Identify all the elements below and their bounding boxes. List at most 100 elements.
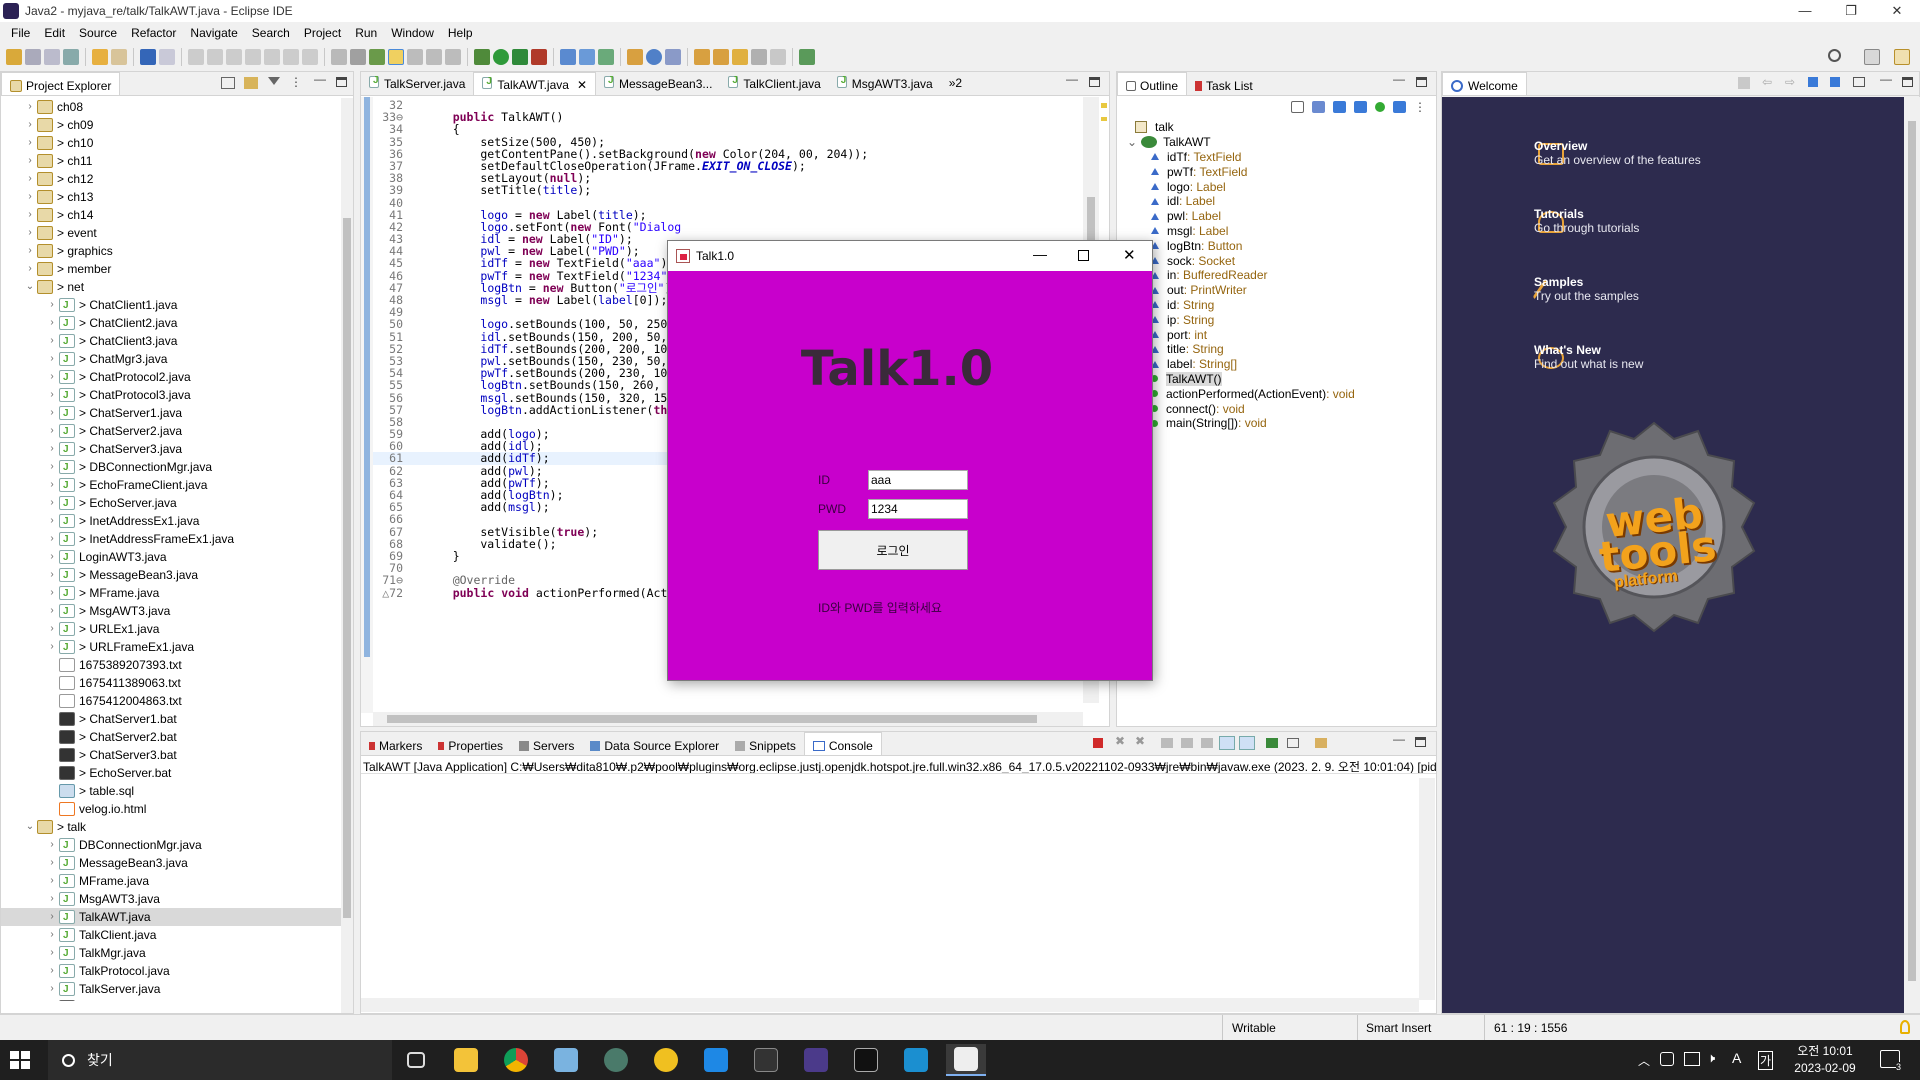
- editor-horizontal-scrollbar[interactable]: [373, 712, 1083, 726]
- terminate-icon[interactable]: [226, 49, 242, 65]
- collapsed-chevron-icon[interactable]: ›: [45, 476, 59, 494]
- console-vertical-scrollbar[interactable]: [1419, 778, 1435, 1000]
- task-view-app[interactable]: [396, 1044, 436, 1076]
- ime-hangul-indicator[interactable]: 가: [1758, 1051, 1774, 1070]
- disconnect-icon[interactable]: [245, 49, 261, 65]
- eclipse-taskbar-app[interactable]: [796, 1044, 836, 1076]
- outline-item[interactable]: main(String[]) : void: [1127, 416, 1436, 431]
- collapsed-chevron-icon[interactable]: ›: [45, 368, 59, 386]
- tree-item[interactable]: > EchoServer.bat: [1, 764, 341, 782]
- tree-item[interactable]: 1675411389063.txt: [1, 674, 341, 692]
- collapsed-chevron-icon[interactable]: ›: [45, 530, 59, 548]
- tab-snippets[interactable]: Snippets: [727, 732, 804, 755]
- collapsed-chevron-icon[interactable]: ›: [45, 296, 59, 314]
- save-icon[interactable]: [25, 49, 41, 65]
- outline-item[interactable]: id : String: [1127, 298, 1436, 313]
- tree-item[interactable]: › > ch13: [1, 188, 341, 206]
- tab-welcome[interactable]: Welcome: [1442, 72, 1527, 95]
- collapsed-chevron-icon[interactable]: ›: [23, 242, 37, 260]
- tree-item[interactable]: › > InetAddressFrameEx1.java: [1, 530, 341, 549]
- previous-annotation-icon[interactable]: [713, 49, 729, 65]
- collapsed-chevron-icon[interactable]: ›: [45, 494, 59, 512]
- collapsed-chevron-icon[interactable]: ›: [45, 908, 59, 926]
- back-icon[interactable]: [751, 49, 767, 65]
- outline-item[interactable]: ⌄ TalkAWT: [1127, 135, 1436, 150]
- outline-item[interactable]: talk: [1127, 120, 1436, 135]
- magnify-icon[interactable]: [1808, 77, 1818, 87]
- tree-item[interactable]: › TalkMgr.java: [1, 944, 341, 963]
- outline-item[interactable]: port : int: [1127, 327, 1436, 342]
- outline-item[interactable]: idl : Label: [1127, 194, 1436, 209]
- block-select-icon[interactable]: [426, 49, 442, 65]
- collapsed-chevron-icon[interactable]: ›: [45, 386, 59, 404]
- welcome-tutorials[interactable]: Tutorials Go through tutorials: [1534, 207, 1639, 235]
- tree-item[interactable]: 1675389207393.txt: [1, 656, 341, 674]
- menu-navigate[interactable]: Navigate: [183, 26, 244, 40]
- sort-icon[interactable]: [1312, 101, 1325, 113]
- collapsed-chevron-icon[interactable]: ›: [23, 206, 37, 224]
- open-console-icon[interactable]: [1315, 738, 1327, 748]
- view-menu-icon[interactable]: ⋮: [290, 75, 302, 89]
- hide-local-types-icon[interactable]: [1393, 101, 1406, 113]
- windows-start-icon[interactable]: [10, 1051, 30, 1069]
- maximize-view-icon[interactable]: [1902, 77, 1913, 87]
- notification-bell-icon[interactable]: [1900, 1020, 1910, 1034]
- undo-icon[interactable]: [92, 49, 108, 65]
- collapsed-chevron-icon[interactable]: ›: [45, 872, 59, 890]
- tree-item[interactable]: › > ch09: [1, 116, 341, 134]
- pilcrow-icon[interactable]: [445, 49, 461, 65]
- maximize-view-icon[interactable]: [336, 77, 347, 87]
- tree-item[interactable]: > ChatServer1.bat: [1, 710, 341, 728]
- tab-markers[interactable]: Markers: [361, 732, 430, 755]
- tray-chevron-icon[interactable]: ︿: [1638, 1052, 1650, 1069]
- menu-edit[interactable]: Edit: [37, 26, 72, 40]
- tree-item[interactable]: TalkServer.bat: [1, 998, 341, 1001]
- redo-icon[interactable]: [111, 49, 127, 65]
- terminal-icon[interactable]: [140, 49, 156, 65]
- java-app[interactable]: [946, 1044, 986, 1076]
- tree-item[interactable]: › > ChatServer3.java: [1, 440, 341, 459]
- home-icon[interactable]: [1738, 77, 1750, 89]
- collapsed-chevron-icon[interactable]: ›: [45, 926, 59, 944]
- tree-item[interactable]: › > MFrame.java: [1, 584, 341, 603]
- cmd-app[interactable]: [846, 1044, 886, 1076]
- pwd-input[interactable]: [868, 499, 968, 519]
- tree-item[interactable]: › > ch12: [1, 170, 341, 188]
- welcome-whats-new[interactable]: What's New Find out what is new: [1534, 343, 1643, 371]
- tree-item[interactable]: › > MessageBean3.java: [1, 566, 341, 585]
- tree-item[interactable]: › > ChatClient3.java: [1, 332, 341, 351]
- toggle-mark-icon[interactable]: [331, 49, 347, 65]
- debug-icon[interactable]: [474, 49, 490, 65]
- outline-item[interactable]: idTf : TextField: [1127, 150, 1436, 165]
- vscode-app[interactable]: [696, 1044, 736, 1076]
- menu-refactor[interactable]: Refactor: [124, 26, 183, 40]
- collapsed-chevron-icon[interactable]: ›: [23, 98, 37, 116]
- outline-item[interactable]: actionPerformed(ActionEvent) : void: [1127, 386, 1436, 401]
- next-annotation-icon[interactable]: [694, 49, 710, 65]
- tree-item[interactable]: › MessageBean3.java: [1, 854, 341, 873]
- display-console-icon[interactable]: [1287, 738, 1299, 748]
- tree-item[interactable]: ⌄ > net: [1, 278, 341, 296]
- outline-item[interactable]: pwl : Label: [1127, 209, 1436, 224]
- tree-item[interactable]: > table.sql: [1, 782, 341, 800]
- minimize-button[interactable]: —: [1782, 0, 1828, 22]
- tree-item[interactable]: › > InetAddressEx1.java: [1, 512, 341, 531]
- tree-item[interactable]: › > ChatServer2.java: [1, 422, 341, 441]
- step-return-icon[interactable]: [302, 49, 318, 65]
- hide-static-icon[interactable]: [1354, 101, 1367, 113]
- talk-close-button[interactable]: ✕: [1123, 246, 1136, 264]
- tree-item[interactable]: › MsgAWT3.java: [1, 890, 341, 909]
- collapsed-chevron-icon[interactable]: ›: [45, 332, 59, 350]
- collapsed-chevron-icon[interactable]: ›: [45, 512, 59, 530]
- outline-item[interactable]: ip : String: [1127, 312, 1436, 327]
- tree-item[interactable]: › > URLEx1.java: [1, 620, 341, 639]
- tree-item[interactable]: › TalkAWT.java: [1, 908, 341, 927]
- menu-help[interactable]: Help: [441, 26, 480, 40]
- step-over-icon[interactable]: [283, 49, 299, 65]
- tab-servers[interactable]: Servers: [511, 732, 582, 755]
- collapsed-chevron-icon[interactable]: ›: [45, 638, 59, 656]
- highlight-icon[interactable]: [388, 49, 404, 65]
- tab-task-list[interactable]: Task List: [1187, 72, 1261, 95]
- tab-properties[interactable]: Properties: [430, 732, 511, 755]
- outline-item[interactable]: logBtn : Button: [1127, 238, 1436, 253]
